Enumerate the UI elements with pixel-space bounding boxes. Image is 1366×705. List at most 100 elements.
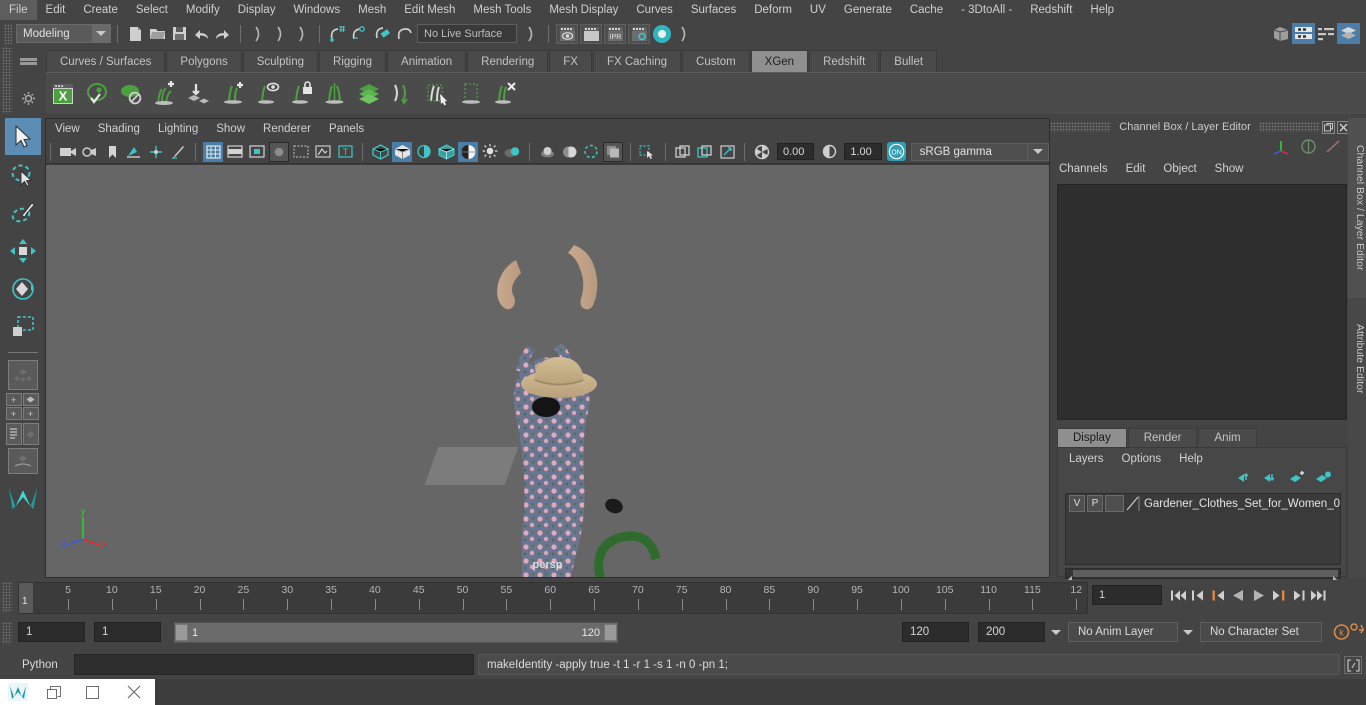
shelf-tab-animation[interactable]: Animation (387, 50, 467, 72)
menu-item-12[interactable]: Surfaces (682, 0, 745, 20)
playback-start-field[interactable]: 1 (94, 622, 161, 642)
texture-resolution-icon[interactable] (717, 142, 737, 162)
layer-tab-anim[interactable]: Anim (1198, 428, 1257, 447)
new-scene-icon[interactable] (124, 23, 146, 45)
move-layer-down-icon[interactable] (1263, 471, 1279, 489)
layer-list-scrollbar[interactable] (1065, 568, 1341, 583)
new-layer-from-selected-icon[interactable] (1289, 471, 1305, 489)
persp-pane[interactable] (22, 423, 39, 445)
maximize-window-icon[interactable] (72, 679, 114, 705)
panel-grip[interactable] (1258, 122, 1320, 132)
viewport-menu-item-0[interactable]: View (46, 119, 89, 140)
select-by-hierarchy-icon[interactable] (673, 23, 695, 45)
film-gate-icon[interactable] (225, 142, 245, 162)
menu-item-9[interactable]: Mesh Tools (464, 0, 540, 20)
motion-blur-icon[interactable] (559, 142, 579, 162)
viewport-menu-item-5[interactable]: Panels (320, 119, 373, 140)
channel-menu-item-0[interactable]: Channels (1050, 163, 1117, 175)
bookmark-icon[interactable] (102, 142, 122, 162)
tab-attribute-editor[interactable]: Attribute Editor (1348, 304, 1366, 414)
four-view-pane-2[interactable] (22, 393, 39, 406)
new-layer-icon[interactable] (1315, 471, 1331, 489)
mirror-guide-icon[interactable] (318, 75, 352, 113)
isolate-channels-icon[interactable] (1300, 138, 1317, 160)
chevron-down-icon[interactable] (1028, 142, 1049, 161)
go-to-start-icon[interactable] (1168, 584, 1188, 606)
auto-keyframe-icon[interactable]: k (1332, 623, 1351, 646)
scale-tool[interactable] (5, 308, 41, 345)
shelf-grip[interactable] (2, 47, 12, 114)
rotate-tool[interactable] (5, 270, 41, 307)
lasso-select-tool[interactable] (5, 156, 41, 193)
layer-tab-display[interactable]: Display (1057, 428, 1127, 447)
undo-icon[interactable] (190, 23, 212, 45)
snap-to-curve-icon[interactable] (348, 23, 370, 45)
delete-guides-icon[interactable] (488, 75, 522, 113)
menu-item-1[interactable]: Edit (37, 0, 75, 20)
paint-select-tool[interactable] (5, 194, 41, 231)
wireframe-on-shaded-icon[interactable] (436, 142, 456, 162)
texture-display-icon[interactable] (458, 141, 478, 162)
menu-item-15[interactable]: Generate (835, 0, 901, 20)
resolution-gate-icon[interactable] (247, 142, 267, 162)
current-time-indicator[interactable]: 1 (19, 583, 33, 613)
view-transform-toggle[interactable]: ON (886, 142, 906, 161)
layer-visibility-toggle[interactable]: V (1069, 495, 1085, 512)
shelf-tab-rendering[interactable]: Rendering (467, 50, 549, 72)
channel-box-icon[interactable] (1337, 23, 1360, 44)
channel-menu-item-2[interactable]: Object (1154, 163, 1205, 175)
camera-icon[interactable] (58, 142, 78, 162)
anim-layer-select[interactable]: No Anim Layer (1068, 622, 1178, 642)
channel-menu-item-1[interactable]: Edit (1117, 163, 1155, 175)
hypershade-icon[interactable] (651, 23, 673, 45)
layer-playback-toggle[interactable]: P (1086, 495, 1103, 512)
add-description-icon[interactable] (148, 75, 182, 113)
hypergraph-persp-layout[interactable] (7, 448, 38, 474)
color-management-select[interactable]: sRGB gamma (910, 142, 1029, 161)
redo-icon[interactable] (212, 23, 234, 45)
attribute-editor-icon[interactable] (1292, 23, 1315, 44)
exposure-display-icon[interactable] (291, 142, 311, 162)
undock-icon[interactable] (1322, 120, 1335, 134)
shelf-settings-icon[interactable] (21, 91, 36, 106)
texture-clamp-icon[interactable] (695, 142, 715, 162)
snap-to-point-icon[interactable] (370, 23, 392, 45)
menu-item-14[interactable]: UV (801, 0, 835, 20)
render-settings-icon[interactable] (628, 23, 650, 44)
close-window-icon[interactable] (113, 679, 155, 705)
layer-tab-render[interactable]: Render (1127, 428, 1198, 447)
screen-space-ao-icon[interactable] (537, 142, 557, 162)
gamma-icon[interactable] (819, 142, 839, 162)
xgen-preview-icon[interactable] (80, 75, 114, 113)
channel-box-list[interactable] (1057, 184, 1347, 420)
menu-item-5[interactable]: Display (229, 0, 285, 20)
select-by-hierarchy-icon[interactable] (247, 23, 269, 45)
render-region-icon[interactable] (580, 23, 602, 44)
guide-visibility-icon[interactable] (250, 75, 284, 113)
step-forward-key-icon[interactable] (1268, 584, 1288, 606)
grease-pencil-icon[interactable] (168, 142, 188, 162)
layer-color-swatch[interactable] (1126, 495, 1140, 512)
snap-to-projected-center-icon[interactable] (392, 23, 414, 45)
chevron-down-icon[interactable] (92, 25, 110, 42)
four-view-pane-1[interactable]: + (5, 393, 22, 406)
ipr-render-icon[interactable]: IPR (604, 23, 626, 44)
animation-end-field[interactable]: 200 (978, 622, 1045, 642)
viewport-3d[interactable]: y x z persp (46, 165, 1049, 577)
render-view-icon[interactable] (556, 23, 578, 44)
sidebar-toggle-icon[interactable] (1270, 23, 1292, 45)
range-slider-track[interactable]: 1 120 (174, 622, 618, 643)
menu-item-16[interactable]: Cache (901, 0, 952, 20)
four-view-layout[interactable]: + + + (5, 393, 40, 420)
shelf-menu-icon[interactable] (20, 58, 37, 61)
lock-guide-icon[interactable] (284, 75, 318, 113)
animation-start-field[interactable]: 1 (18, 622, 85, 642)
menu-item-8[interactable]: Edit Mesh (395, 0, 464, 20)
menu-item-10[interactable]: Mesh Display (540, 0, 627, 20)
speed-toggle-icon[interactable] (1325, 138, 1342, 160)
step-forward-frame-icon[interactable] (1288, 584, 1308, 606)
export-patches-icon[interactable] (352, 75, 386, 113)
tab-channel-box-layer-editor[interactable]: Channel Box / Layer Editor (1348, 118, 1366, 298)
xgen-editor-icon[interactable]: X (46, 75, 80, 113)
select-by-component-icon[interactable] (291, 23, 313, 45)
